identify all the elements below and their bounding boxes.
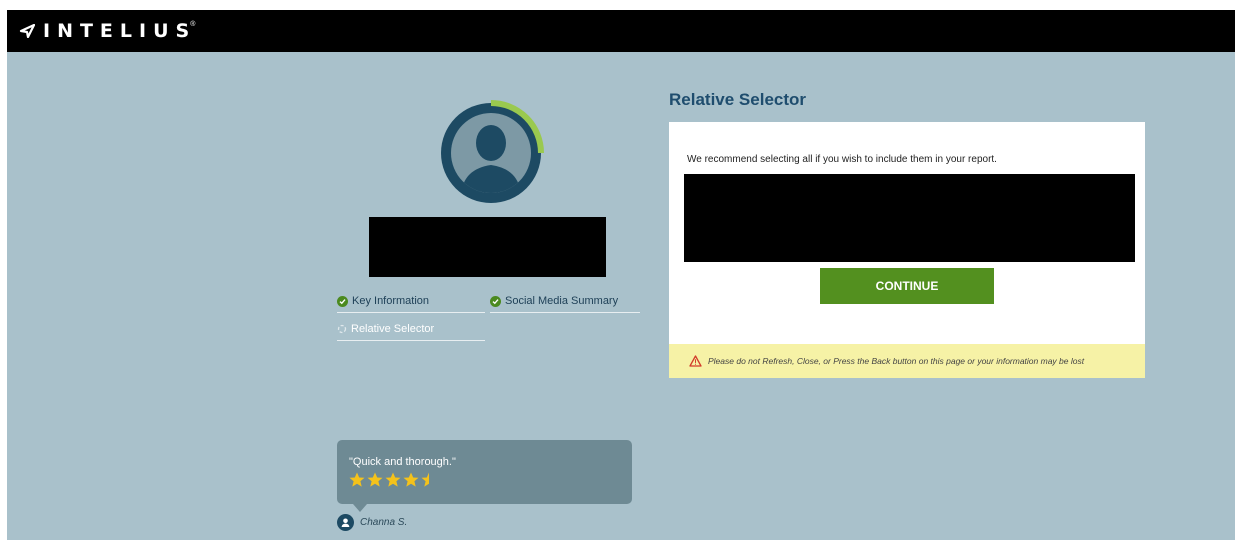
brand-trademark: ® — [190, 20, 196, 28]
step-key-information: Key Information — [337, 290, 485, 313]
user-icon — [337, 514, 354, 531]
step-label: Relative Selector — [351, 323, 435, 335]
testimonial-bubble: "Quick and thorough." — [337, 440, 632, 512]
main-area: Key Information Social Media Summary Rel… — [7, 52, 1235, 540]
relative-selector-card: We recommend selecting all if you wish t… — [669, 122, 1145, 378]
person-silhouette-icon — [441, 100, 544, 203]
warning-triangle-icon — [689, 355, 702, 367]
reviewer: Channa S. — [337, 514, 407, 531]
star-full-icon — [385, 472, 401, 487]
star-full-icon — [403, 472, 419, 487]
star-full-icon — [367, 472, 383, 487]
spinner-icon — [337, 324, 347, 334]
warning-text: Please do not Refresh, Close, or Press t… — [708, 356, 1085, 366]
check-circle-icon — [490, 295, 501, 307]
instruction-text: We recommend selecting all if you wish t… — [687, 154, 997, 165]
warning-banner: Please do not Refresh, Close, or Press t… — [669, 344, 1145, 378]
continue-button[interactable]: CONTINUE — [820, 268, 994, 304]
step-social-media-summary: Social Media Summary — [490, 290, 640, 313]
intelius-logo[interactable]: INTELIUS ® — [19, 20, 195, 42]
check-circle-icon — [337, 295, 348, 307]
star-half-icon — [421, 472, 429, 487]
check-arrow-icon — [19, 24, 35, 38]
bubble-pointer — [353, 504, 367, 512]
top-bar: INTELIUS ® — [7, 10, 1235, 52]
step-label: Social Media Summary — [505, 295, 619, 307]
card-title: Relative Selector — [669, 90, 807, 109]
star-rating — [349, 472, 437, 488]
step-relative-selector: Relative Selector — [337, 318, 485, 341]
redacted-relatives-list — [684, 174, 1135, 262]
star-full-icon — [349, 472, 365, 487]
reviewer-name: Channa S. — [360, 517, 408, 528]
testimonial-quote: "Quick and thorough." — [349, 456, 456, 468]
brand-name: INTELIUS — [43, 20, 197, 42]
redacted-name — [369, 217, 606, 277]
step-label: Key Information — [352, 295, 430, 307]
